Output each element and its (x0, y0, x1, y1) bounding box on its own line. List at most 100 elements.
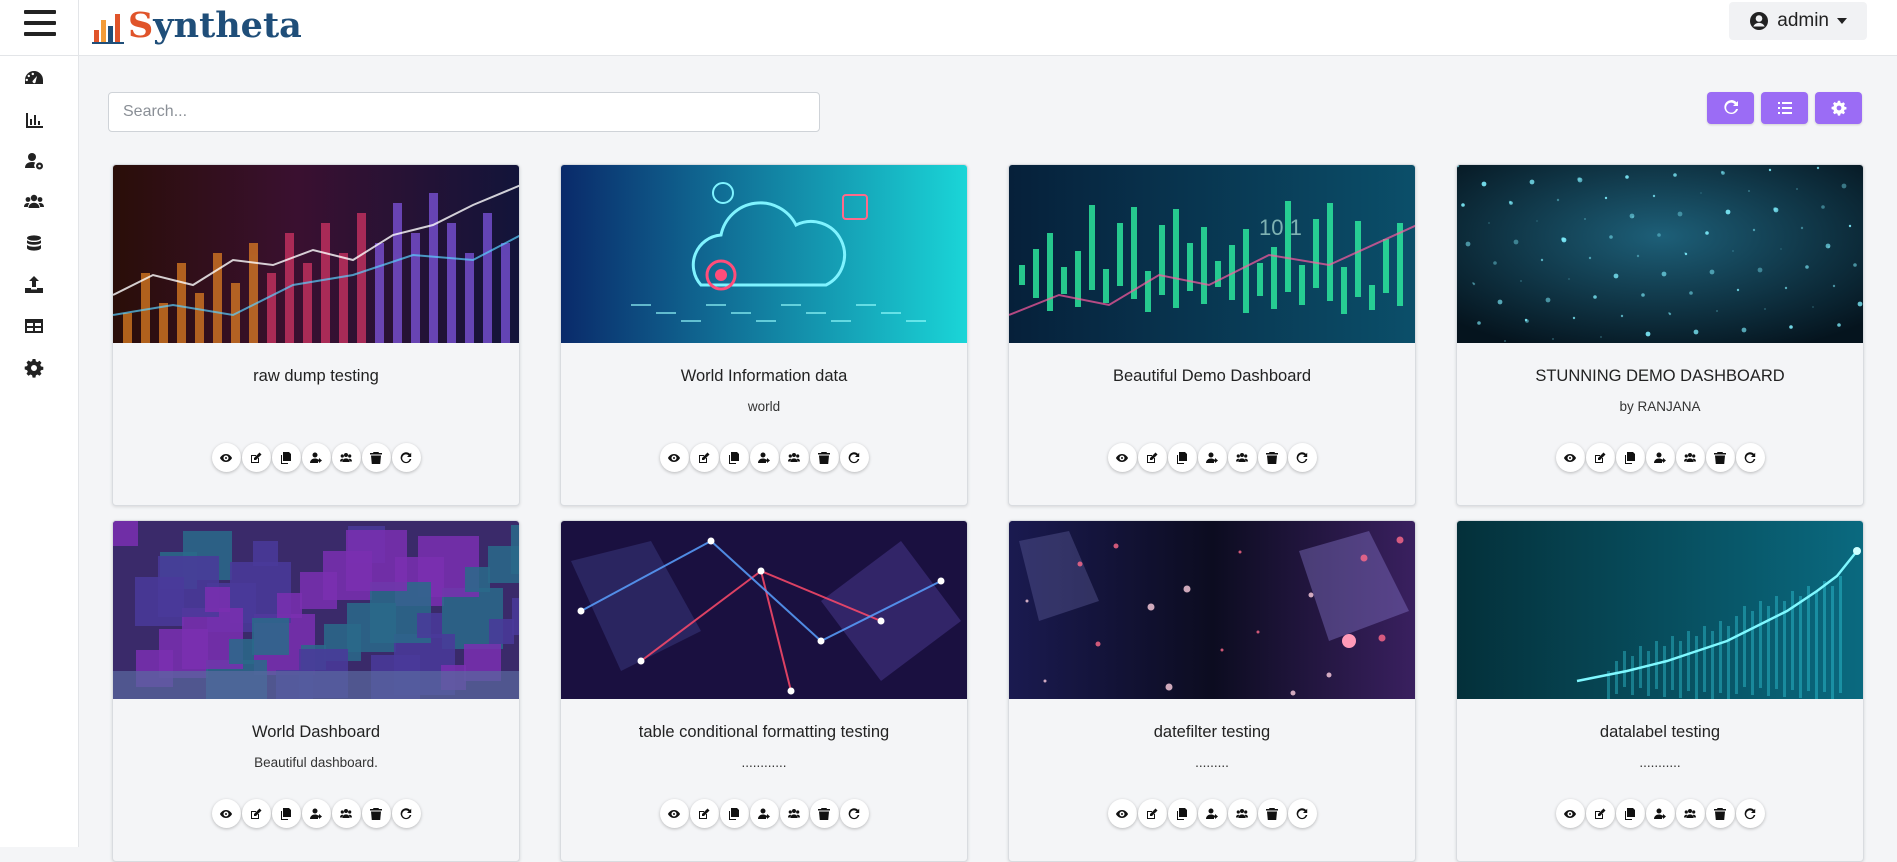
view-button[interactable] (1555, 443, 1585, 472)
dashboard-card[interactable]: raw dump testing (112, 164, 520, 506)
share-user-button[interactable] (301, 799, 331, 828)
sidebar-item-user-settings[interactable] (20, 147, 48, 175)
copy-icon (1625, 451, 1635, 464)
share-user-button[interactable] (749, 799, 779, 828)
dashboard-card[interactable]: World Dashboard Beautiful dashboard. (112, 520, 520, 862)
sidebar-item-datasources[interactable] (20, 230, 48, 258)
refresh-icon (1723, 100, 1738, 115)
share-group-button[interactable] (1227, 799, 1257, 828)
delete-icon (1266, 451, 1278, 464)
refresh-button[interactable] (1287, 443, 1317, 472)
user-menu-button[interactable]: admin (1729, 2, 1867, 40)
dashboard-thumbnail[interactable] (561, 165, 967, 343)
delete-icon (1266, 807, 1278, 820)
refresh-button[interactable] (839, 443, 869, 472)
share-group-button[interactable] (331, 443, 361, 472)
share-group-button[interactable] (1675, 443, 1705, 472)
edit-button[interactable] (1585, 443, 1615, 472)
share-group-button[interactable] (331, 799, 361, 828)
delete-button[interactable] (361, 799, 391, 828)
edit-button[interactable] (1137, 443, 1167, 472)
view-icon (1564, 809, 1576, 818)
delete-button[interactable] (1705, 443, 1735, 472)
view-button[interactable] (659, 443, 689, 472)
dashboard-card[interactable]: World Information data world (560, 164, 968, 506)
dashboard-thumbnail[interactable] (1457, 521, 1863, 699)
delete-button[interactable] (1257, 799, 1287, 828)
dashboard-card[interactable]: datalabel testing........... (1456, 520, 1864, 862)
sidebar-item-settings[interactable] (20, 354, 48, 382)
delete-button[interactable] (1257, 443, 1287, 472)
delete-button[interactable] (809, 799, 839, 828)
share-user-icon (1654, 452, 1666, 463)
refresh-icon (848, 451, 860, 463)
refresh-button[interactable] (1735, 799, 1765, 828)
share-user-button[interactable] (1197, 443, 1227, 472)
refresh-button[interactable] (1735, 443, 1765, 472)
edit-button[interactable] (689, 799, 719, 828)
copy-button[interactable] (271, 443, 301, 472)
refresh-button[interactable] (839, 799, 869, 828)
dashboard-card[interactable]: STUNNING DEMO DASHBOARD by RANJANA (1456, 164, 1864, 506)
dashboard-thumbnail[interactable] (1009, 521, 1415, 699)
share-group-button[interactable] (1227, 443, 1257, 472)
dashboard-card[interactable]: table conditional formatting testing....… (560, 520, 968, 862)
edit-button[interactable] (1137, 799, 1167, 828)
copy-button[interactable] (1615, 799, 1645, 828)
dashboard-thumbnail[interactable]: 10 1 (1009, 165, 1415, 343)
sidebar-item-groups[interactable] (20, 188, 48, 216)
copy-button[interactable] (1167, 443, 1197, 472)
edit-button[interactable] (241, 443, 271, 472)
brand-logo[interactable]: Syntheta (92, 2, 302, 46)
view-icon (668, 809, 680, 818)
view-button[interactable] (1555, 799, 1585, 828)
menu-icon[interactable] (24, 8, 56, 38)
share-group-button[interactable] (779, 443, 809, 472)
delete-button[interactable] (361, 443, 391, 472)
share-user-button[interactable] (1197, 799, 1227, 828)
dashboard-thumbnail[interactable] (1457, 165, 1863, 343)
list-view-button[interactable] (1761, 92, 1808, 124)
settings-button[interactable] (1815, 92, 1862, 124)
delete-button[interactable] (1705, 799, 1735, 828)
share-user-button[interactable] (301, 443, 331, 472)
view-button[interactable] (211, 799, 241, 828)
copy-button[interactable] (1167, 799, 1197, 828)
share-user-button[interactable] (1645, 443, 1675, 472)
copy-button[interactable] (719, 443, 749, 472)
dashboard-card[interactable]: 10 1 Beautiful Demo Dashboard (1008, 164, 1416, 506)
view-button[interactable] (1107, 443, 1137, 472)
delete-button[interactable] (809, 443, 839, 472)
edit-button[interactable] (689, 443, 719, 472)
copy-button[interactable] (271, 799, 301, 828)
edit-button[interactable] (1585, 799, 1615, 828)
view-button[interactable] (659, 799, 689, 828)
dashboard-title: STUNNING DEMO DASHBOARD (1535, 367, 1785, 385)
refresh-icon (1296, 807, 1308, 819)
share-user-button[interactable] (1645, 799, 1675, 828)
dashboard-thumbnail[interactable] (113, 165, 519, 343)
dashboard-thumbnail[interactable] (561, 521, 967, 699)
view-button[interactable] (211, 443, 241, 472)
sidebar-item-charts[interactable] (20, 106, 48, 134)
refresh-button[interactable] (391, 443, 421, 472)
top-bar: Syntheta admin (0, 0, 1897, 56)
share-group-button[interactable] (1675, 799, 1705, 828)
share-user-button[interactable] (749, 443, 779, 472)
sidebar-item-tables[interactable] (20, 312, 48, 340)
sidebar-item-upload[interactable] (20, 271, 48, 299)
sidebar-item-dashboards[interactable] (20, 64, 48, 92)
dashboard-card[interactable]: datefilter testing......... (1008, 520, 1416, 862)
copy-button[interactable] (719, 799, 749, 828)
edit-button[interactable] (241, 799, 271, 828)
refresh-button[interactable] (1707, 92, 1754, 124)
view-button[interactable] (1107, 799, 1137, 828)
refresh-button[interactable] (391, 799, 421, 828)
view-icon (220, 453, 232, 462)
card-actions (561, 443, 967, 472)
dashboard-thumbnail[interactable] (113, 521, 519, 699)
search-input[interactable] (108, 92, 820, 132)
refresh-button[interactable] (1287, 799, 1317, 828)
copy-button[interactable] (1615, 443, 1645, 472)
share-group-button[interactable] (779, 799, 809, 828)
